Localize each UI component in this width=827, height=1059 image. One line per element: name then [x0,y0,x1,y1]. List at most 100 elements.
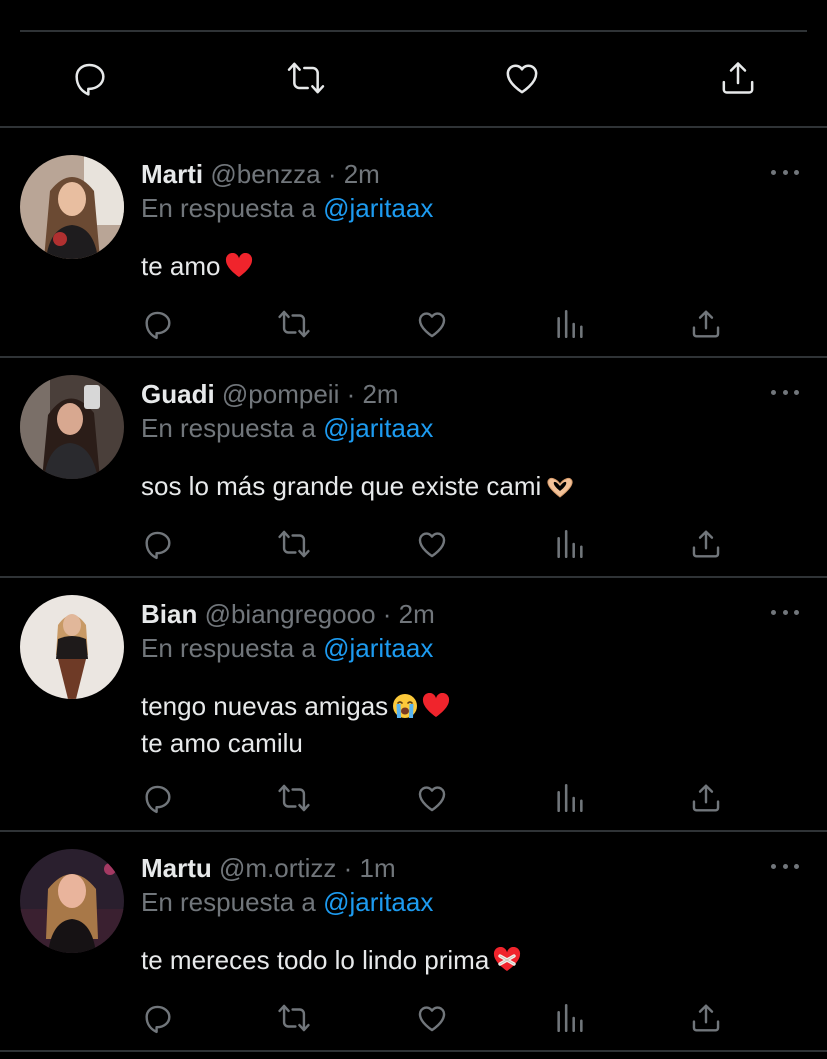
dot-icon [782,169,788,175]
reply-icon [145,1005,171,1034]
more-options-button[interactable] [771,164,799,180]
reply-button[interactable] [138,304,178,344]
reply-icon [145,785,171,814]
display-name[interactable]: Guadi [141,379,215,409]
dot-icon [771,169,776,175]
more-options-button[interactable] [771,384,799,400]
dot-icon [771,389,776,395]
handle[interactable]: @pompeii [222,379,339,409]
analytics-icon [557,529,583,559]
avatar[interactable] [20,155,124,259]
reply-tweet[interactable]: Bian @biangregooo · 2m En respuesta a @j… [0,568,827,830]
tweet-text-line: sos lo más grande que existe cami [141,468,575,505]
retweet-button[interactable] [274,998,314,1038]
tweet-text-line: te mereces todo lo lindo prima [141,942,521,979]
retweet-button[interactable] [274,304,314,344]
reply-header: Bian @biangregooo · 2m [141,598,435,630]
tweet-text: te amo [141,248,253,285]
timestamp[interactable]: · 2m [383,599,435,629]
display-name[interactable]: Martu [141,853,212,883]
reply-button[interactable] [138,778,178,818]
tweet-text: tengo nuevas amigas te amo camilu [141,688,450,762]
reply-icon [145,531,171,560]
like-button[interactable] [412,304,452,344]
tweet-text: sos lo más grande que existe cami [141,468,575,505]
retweet-icon [278,310,310,338]
handle[interactable]: @biangregooo [205,599,376,629]
reply-actions [0,998,827,1038]
share-button[interactable] [686,778,726,818]
reply-context: En respuesta a @jaritaax [141,412,433,444]
retweet-button[interactable] [274,524,314,564]
reply-button[interactable] [68,56,112,100]
dot-icon [771,609,776,615]
retweet-button[interactable] [284,56,328,100]
timestamp[interactable]: · 1m [344,853,396,883]
analytics-icon [557,309,583,339]
reply-button[interactable] [138,524,178,564]
reply-tweet[interactable]: Martu @m.ortizz · 1m En respuesta a @jar… [0,822,827,1050]
more-options-button[interactable] [771,858,799,874]
avatar[interactable] [20,595,124,699]
reply-context: En respuesta a @jaritaax [141,886,433,918]
like-button[interactable] [412,998,452,1038]
dot-icon [782,389,788,395]
reply-tweet[interactable]: Marti @benzza · 2m En respuesta a @jarit… [0,128,827,356]
display-name[interactable]: Marti [141,159,203,189]
more-options-button[interactable] [771,604,799,620]
like-icon [418,1006,446,1032]
analytics-button[interactable] [550,778,590,818]
share-icon [692,530,720,558]
like-button[interactable] [500,56,544,100]
mention-link[interactable]: @jaritaax [323,887,433,917]
dot-icon [794,389,799,395]
mention-link[interactable]: @jaritaax [323,413,433,443]
reply-context-label: En respuesta a [141,413,316,443]
share-button[interactable] [686,304,726,344]
timestamp[interactable]: · 2m [328,159,380,189]
mention-link[interactable]: @jaritaax [323,193,433,223]
mention-link[interactable]: @jaritaax [323,633,433,663]
avatar[interactable] [20,375,124,479]
dot-icon [794,169,799,175]
handle[interactable]: @benzza [210,159,320,189]
dot-icon [782,609,788,615]
dot-icon [794,609,799,615]
handle[interactable]: @m.ortizz [219,853,336,883]
share-button[interactable] [716,56,760,100]
reply-actions [0,778,827,818]
analytics-button[interactable] [550,998,590,1038]
dot-icon [771,863,776,869]
reply-header: Martu @m.ortizz · 1m [141,852,396,884]
like-button[interactable] [412,778,452,818]
like-button[interactable] [412,524,452,564]
timestamp[interactable]: · 2m [347,379,399,409]
reply-context: En respuesta a @jaritaax [141,192,433,224]
avatar[interactable] [20,849,124,953]
analytics-button[interactable] [550,524,590,564]
like-icon [506,64,538,94]
share-button[interactable] [686,524,726,564]
reply-header: Marti @benzza · 2m [141,158,380,190]
reply-icon [75,63,105,96]
share-button[interactable] [686,998,726,1038]
display-name[interactable]: Bian [141,599,197,629]
share-icon [692,310,720,338]
reply-actions [0,304,827,344]
reply-context-label: En respuesta a [141,887,316,917]
dot-icon [794,863,799,869]
retweet-icon [278,530,310,558]
reply-button[interactable] [138,998,178,1038]
tweet-text-line: te amo [141,248,253,285]
analytics-icon [557,1003,583,1033]
reply-actions [0,524,827,564]
reply-tweet[interactable]: Guadi @pompeii · 2m En respuesta a @jari… [0,348,827,576]
retweet-button[interactable] [274,778,314,818]
share-icon [692,784,720,812]
reply-icon [145,311,171,340]
red-heart-emoji [422,693,450,719]
share-icon [692,1004,720,1032]
analytics-button[interactable] [550,304,590,344]
dot-icon [782,863,788,869]
retweet-icon [278,784,310,812]
